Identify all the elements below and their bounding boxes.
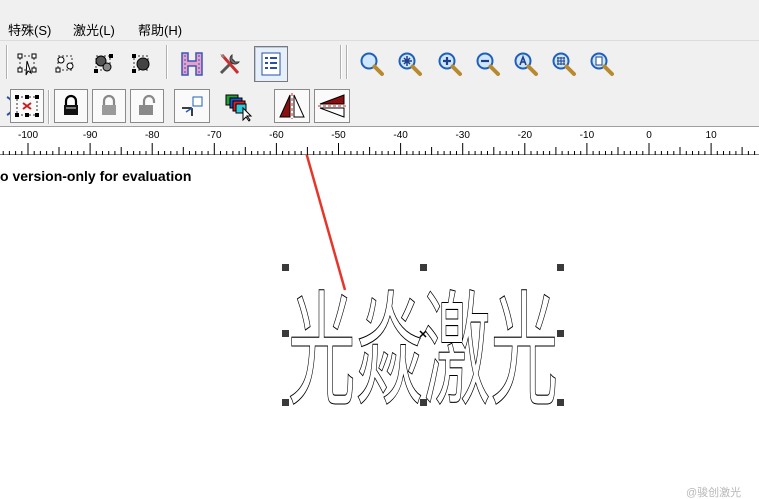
zoom-out-icon	[476, 52, 500, 76]
ruler-label: -10	[580, 130, 595, 141]
menu-laser[interactable]: 激光(L)	[73, 20, 115, 39]
selection-handle[interactable]	[557, 264, 564, 271]
selection-handle[interactable]	[282, 264, 289, 271]
layers-button[interactable]	[220, 89, 256, 125]
node-edit-button[interactable]	[12, 48, 44, 80]
zoom-button[interactable]	[356, 48, 388, 80]
selection-handle[interactable]	[557, 330, 564, 337]
mirror-horizontal-icon	[279, 93, 305, 119]
ruler-label: -50	[331, 130, 346, 141]
mirror-vertical-button[interactable]	[314, 89, 350, 123]
ruler-label: -100	[18, 130, 38, 141]
properties-list-icon	[261, 52, 281, 76]
zoom-object-button[interactable]	[548, 48, 580, 80]
toolbar-separator	[48, 90, 50, 124]
watermark: @骏创激光	[686, 487, 742, 499]
zoom-in-button[interactable]	[434, 48, 466, 80]
hatch-h-icon	[181, 52, 203, 76]
lock-button[interactable]	[54, 89, 88, 123]
unlock-icon	[139, 94, 156, 115]
mirror-horizontal-button[interactable]	[274, 89, 310, 123]
selection-handle[interactable]	[420, 399, 427, 406]
menu-special[interactable]: 特殊(S)	[8, 20, 51, 39]
ruler-label: -20	[518, 130, 533, 141]
node-sub-button[interactable]	[50, 48, 82, 80]
drawing-canvas[interactable]: 光焱激光	[0, 155, 759, 499]
toolbar-separator	[6, 45, 8, 79]
zoom-all-icon	[398, 52, 422, 76]
select-area-icon	[15, 95, 39, 117]
tools-icon	[219, 53, 241, 75]
toolbar-separator	[166, 45, 168, 79]
origin-icon	[182, 96, 203, 116]
toolbar-separator	[340, 45, 342, 79]
node-edit-icon	[17, 53, 37, 76]
node-sub-icon	[55, 55, 74, 73]
select-area-button[interactable]	[10, 89, 44, 123]
node-break-button[interactable]	[126, 48, 158, 80]
toolbar-arrange	[0, 86, 759, 127]
properties-button[interactable]	[254, 46, 288, 82]
toolbar-separator	[346, 45, 348, 79]
unlock-button[interactable]	[130, 89, 164, 123]
ruler-scale: -100 -90 -80 -70 -60 -50 -40 -30 -20 -10 0 10	[2, 130, 756, 155]
zoom-all-button[interactable]	[394, 48, 426, 80]
lock-gray-button[interactable]	[92, 89, 126, 123]
zoom-select-icon	[514, 52, 538, 76]
zoom-object-icon	[552, 52, 576, 76]
layers-icon	[225, 94, 253, 122]
origin-button[interactable]	[174, 89, 210, 123]
ruler-ticks	[2, 143, 756, 155]
node-join-icon	[94, 54, 113, 73]
selection-handle[interactable]	[557, 399, 564, 406]
lock-icon	[64, 94, 78, 115]
selection-handle[interactable]	[420, 264, 427, 271]
hatch-button[interactable]	[176, 48, 208, 80]
ruler-label: 10	[706, 130, 718, 141]
zoom-out-button[interactable]	[472, 48, 504, 80]
menu-help[interactable]: 帮助(H)	[138, 20, 182, 39]
ruler-label: 0	[646, 130, 652, 141]
ruler-label: -40	[393, 130, 408, 141]
mirror-vertical-icon	[318, 94, 346, 118]
lock-gray-icon	[102, 94, 116, 115]
toolbar-edit	[0, 40, 759, 86]
selection-handle[interactable]	[282, 399, 289, 406]
ruler-label: -60	[269, 130, 284, 141]
zoom-page-icon	[590, 52, 614, 76]
zoom-page-button[interactable]	[586, 48, 618, 80]
ruler-label: -80	[145, 130, 160, 141]
menu-bar: 特殊(S) 激光(L) 帮助(H)	[0, 0, 759, 40]
zoom-in-icon	[438, 52, 462, 76]
horizontal-ruler: -100 -90 -80 -70 -60 -50 -40 -30 -20 -10 0 10	[0, 127, 759, 155]
tools-button[interactable]	[214, 48, 246, 80]
ruler-label: -30	[455, 130, 470, 141]
selection-handle[interactable]	[282, 330, 289, 337]
annotation-arrow	[305, 155, 347, 291]
ruler-label: -70	[207, 130, 222, 141]
zoom-select-button[interactable]	[510, 48, 542, 80]
node-join-button[interactable]	[88, 48, 120, 80]
ruler-label: -90	[83, 130, 98, 141]
node-break-icon	[132, 54, 150, 73]
zoom-icon	[360, 52, 384, 76]
